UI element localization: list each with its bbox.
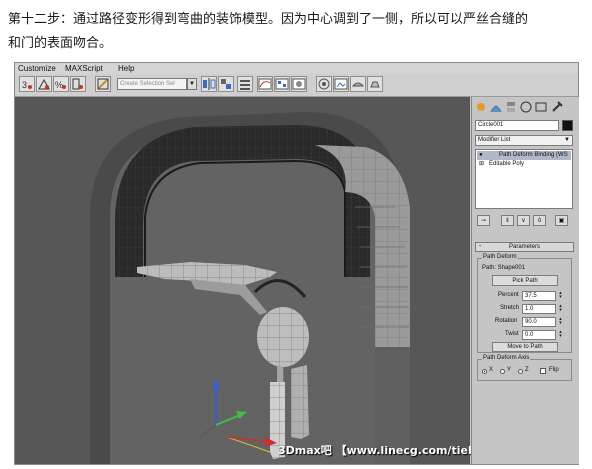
stack-item-editable-poly[interactable]: ⊞ Editable Poly (477, 160, 571, 169)
caption-line-1: 第十二步：通过路径变形得到弯曲的装饰模型。因为中心调到了一侧，所以可以严丝合缝的 (8, 12, 529, 27)
stack-item-path-deform[interactable]: ● Path Deform Binding (WS (477, 151, 571, 160)
configure-sets-icon[interactable]: ▣ (555, 215, 568, 226)
menu-maxscript[interactable]: MAXScript (65, 64, 103, 73)
rotation-field[interactable]: 90.0 (522, 317, 556, 327)
modify-tab-icon[interactable] (489, 100, 503, 114)
rendered-frame-icon[interactable] (333, 76, 349, 92)
mirror-icon[interactable] (201, 76, 217, 92)
percent-snap-icon[interactable]: % (53, 76, 69, 92)
spinner-snap-icon[interactable] (70, 76, 86, 92)
parameters-rollout-header[interactable]: - Parameters (475, 242, 574, 252)
edit-named-selection-icon[interactable] (95, 76, 111, 92)
3dsmax-window: Customize MAXScript Help 3 % Create Sele… (14, 62, 579, 465)
group-title: Path Deform (482, 254, 518, 260)
axis-y-label: Y (507, 367, 512, 373)
viewport-scene (15, 97, 470, 464)
axis-z-radio[interactable] (518, 369, 523, 374)
hierarchy-tab-icon[interactable] (504, 100, 518, 114)
make-unique-icon[interactable]: ∨ (517, 215, 530, 226)
angle-snap-icon[interactable] (36, 76, 52, 92)
path-deform-group: Path Deform Path: Shape001 Pick Path Per… (477, 254, 572, 353)
axis-x-radio[interactable] (482, 369, 487, 374)
pick-path-button[interactable]: Pick Path (492, 275, 558, 286)
path-deform-axis-group: Path Deform Axis X Y Z Flip (477, 355, 572, 381)
curve-editor-icon[interactable] (257, 76, 273, 92)
quick-render-icon[interactable] (367, 76, 383, 92)
layer-manager-icon[interactable] (237, 76, 253, 92)
move-to-path-button[interactable]: Move to Path (492, 342, 558, 352)
rotation-spinner-icon[interactable]: ▴ ▾ (558, 317, 563, 326)
selection-set-dropdown-icon[interactable]: ▼ (187, 78, 197, 90)
rollout-title: Parameters (508, 244, 540, 250)
main-toolbar: 3 % Create Selection Sel ▼ (15, 74, 578, 97)
dropdown-arrow-icon: ▼ (564, 137, 570, 143)
percent-label: Percent (498, 292, 519, 298)
svg-text:%: % (55, 80, 63, 90)
tutorial-caption: 第十二步：通过路径变形得到弯曲的装饰模型。因为中心调到了一侧，所以可以严丝合缝的… (8, 8, 584, 56)
menu-customize[interactable]: Customize (18, 64, 56, 73)
caption-line-2: 和门的表面吻合。 (8, 36, 113, 51)
axis-z-label: Z (525, 367, 529, 373)
pin-stack-icon[interactable]: ⊸ (477, 215, 490, 226)
path-label: Path: Shape001 (482, 265, 526, 271)
render-production-icon[interactable] (350, 76, 366, 92)
percent-spinner-icon[interactable]: ▴ ▾ (558, 291, 563, 300)
flip-label: Flip (549, 367, 559, 373)
stretch-field[interactable]: 1.0 (522, 304, 556, 314)
lightbulb-icon[interactable]: ● (479, 151, 483, 160)
expand-plus-icon[interactable]: ⊞ (479, 160, 484, 169)
stack-item-label: Editable Poly (489, 161, 525, 167)
object-name-field[interactable]: Circle001 (475, 120, 559, 131)
object-color-swatch[interactable] (562, 120, 573, 131)
display-tab-icon[interactable] (534, 100, 548, 114)
material-editor-icon[interactable] (291, 76, 307, 92)
axis-x-label: X (489, 367, 494, 373)
menu-help[interactable]: Help (118, 64, 134, 73)
render-setup-icon[interactable] (316, 76, 332, 92)
remove-modifier-icon[interactable]: ô (533, 215, 546, 226)
twist-field[interactable]: 0.0 (522, 330, 556, 340)
modifier-list-dropdown[interactable]: Modifier List ▼ (475, 135, 573, 146)
svg-text:3: 3 (22, 80, 27, 90)
command-panel: Circle001 Modifier List ▼ ● Path Deform … (471, 97, 579, 464)
stack-toolbar: ⊸ ‖ ∨ ô ▣ (475, 213, 573, 227)
twist-spinner-icon[interactable]: ▴ ▾ (558, 330, 563, 339)
motion-tab-icon[interactable] (519, 100, 533, 114)
perspective-viewport[interactable] (15, 97, 470, 464)
stack-item-label: Path Deform Binding (WS (499, 152, 568, 158)
flip-checkbox[interactable] (540, 368, 546, 374)
percent-field[interactable]: 37.5 (522, 291, 556, 301)
group-title: Path Deform Axis (482, 355, 531, 361)
stretch-label: Stretch (500, 305, 520, 311)
utilities-tab-icon[interactable] (550, 100, 564, 114)
align-icon[interactable] (218, 76, 234, 92)
axis-y-radio[interactable] (500, 369, 505, 374)
twist-label: Twist (505, 331, 519, 337)
schematic-view-icon[interactable] (274, 76, 290, 92)
modifier-stack: ● Path Deform Binding (WS ⊞ Editable Pol… (475, 149, 573, 209)
named-selection-set-field[interactable]: Create Selection Sel (117, 78, 187, 90)
show-end-result-icon[interactable]: ‖ (501, 215, 514, 226)
menu-bar: Customize MAXScript Help (15, 63, 578, 74)
stretch-spinner-icon[interactable]: ▴ ▾ (558, 304, 563, 313)
create-tab-icon[interactable] (474, 100, 488, 114)
select-link-icon[interactable]: 3 (19, 76, 35, 92)
modifier-list-label: Modifier List (478, 137, 511, 143)
rotation-label: Rotation (495, 318, 518, 324)
